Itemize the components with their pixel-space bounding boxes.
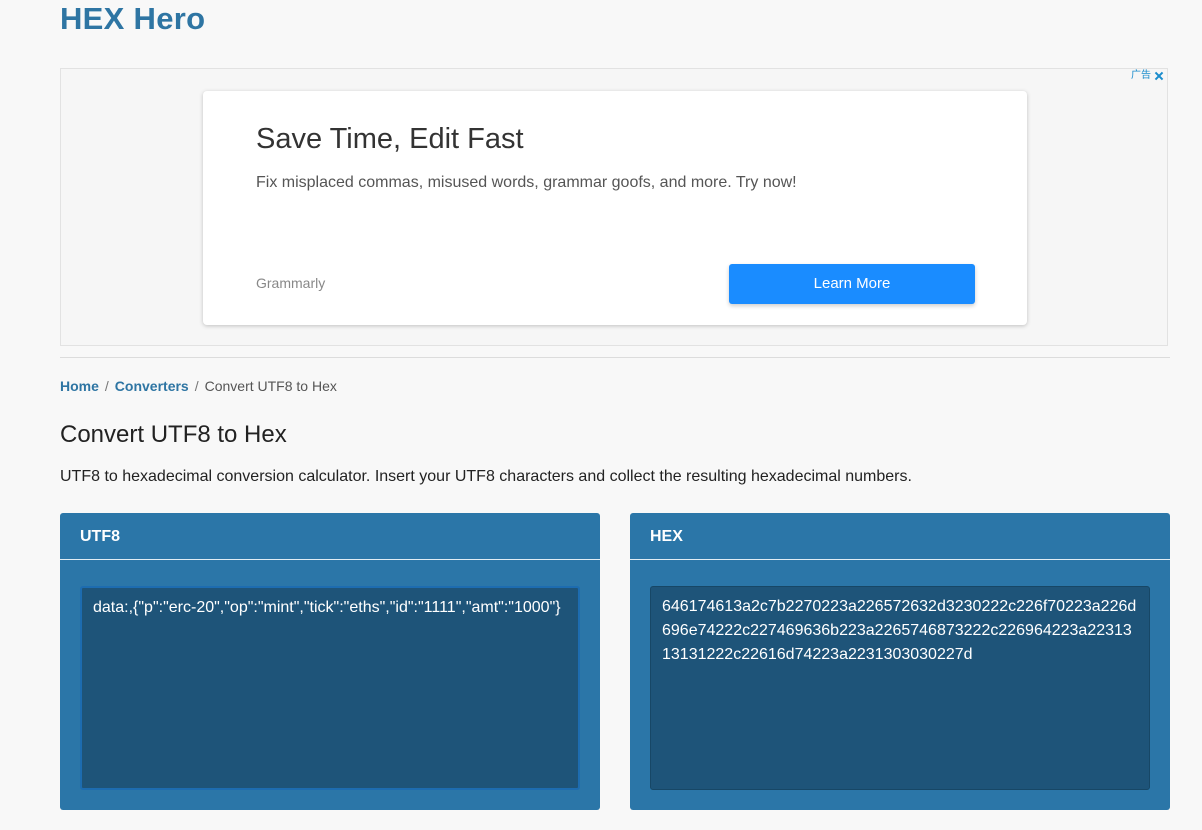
close-icon[interactable] [1153, 70, 1165, 82]
ad-advertiser: Grammarly [256, 275, 326, 291]
learn-more-button[interactable]: Learn More [729, 264, 975, 304]
ad-card[interactable]: Save Time, Edit Fast Fix misplaced comma… [203, 91, 1027, 325]
site-title[interactable]: HEX Hero [60, 0, 205, 38]
ad-banner: 广告 Save Time, Edit Fast Fix misplaced co… [60, 68, 1168, 346]
ad-choices[interactable]: 广告 [1131, 70, 1165, 82]
ad-headline[interactable]: Save Time, Edit Fast [256, 121, 524, 157]
ad-body-text: Fix misplaced commas, misused words, gra… [256, 174, 797, 191]
page-title: Convert UTF8 to Hex [60, 421, 287, 448]
utf8-input[interactable]: data:,{"p":"erc-20","op":"mint","tick":"… [80, 586, 580, 790]
hex-output[interactable]: 646174613a2c7b2270223a226572632d3230222c… [650, 586, 1150, 790]
breadcrumb-home-link[interactable]: Home [60, 378, 99, 394]
breadcrumb-current: Convert UTF8 to Hex [204, 378, 337, 394]
hex-panel-header: HEX [630, 513, 1170, 560]
breadcrumb-separator: / [104, 378, 109, 394]
divider [60, 357, 1170, 358]
utf8-panel-header: UTF8 [60, 513, 600, 560]
breadcrumb: Home / Converters / Convert UTF8 to Hex [60, 377, 337, 395]
page-description: UTF8 to hexadecimal conversion calculato… [60, 468, 912, 485]
ad-label[interactable]: 广告 [1131, 70, 1151, 82]
breadcrumb-separator: / [194, 378, 199, 394]
breadcrumb-converters-link[interactable]: Converters [115, 378, 189, 394]
hex-panel: HEX 646174613a2c7b2270223a226572632d3230… [630, 513, 1170, 810]
utf8-panel: UTF8 data:,{"p":"erc-20","op":"mint","ti… [60, 513, 600, 810]
